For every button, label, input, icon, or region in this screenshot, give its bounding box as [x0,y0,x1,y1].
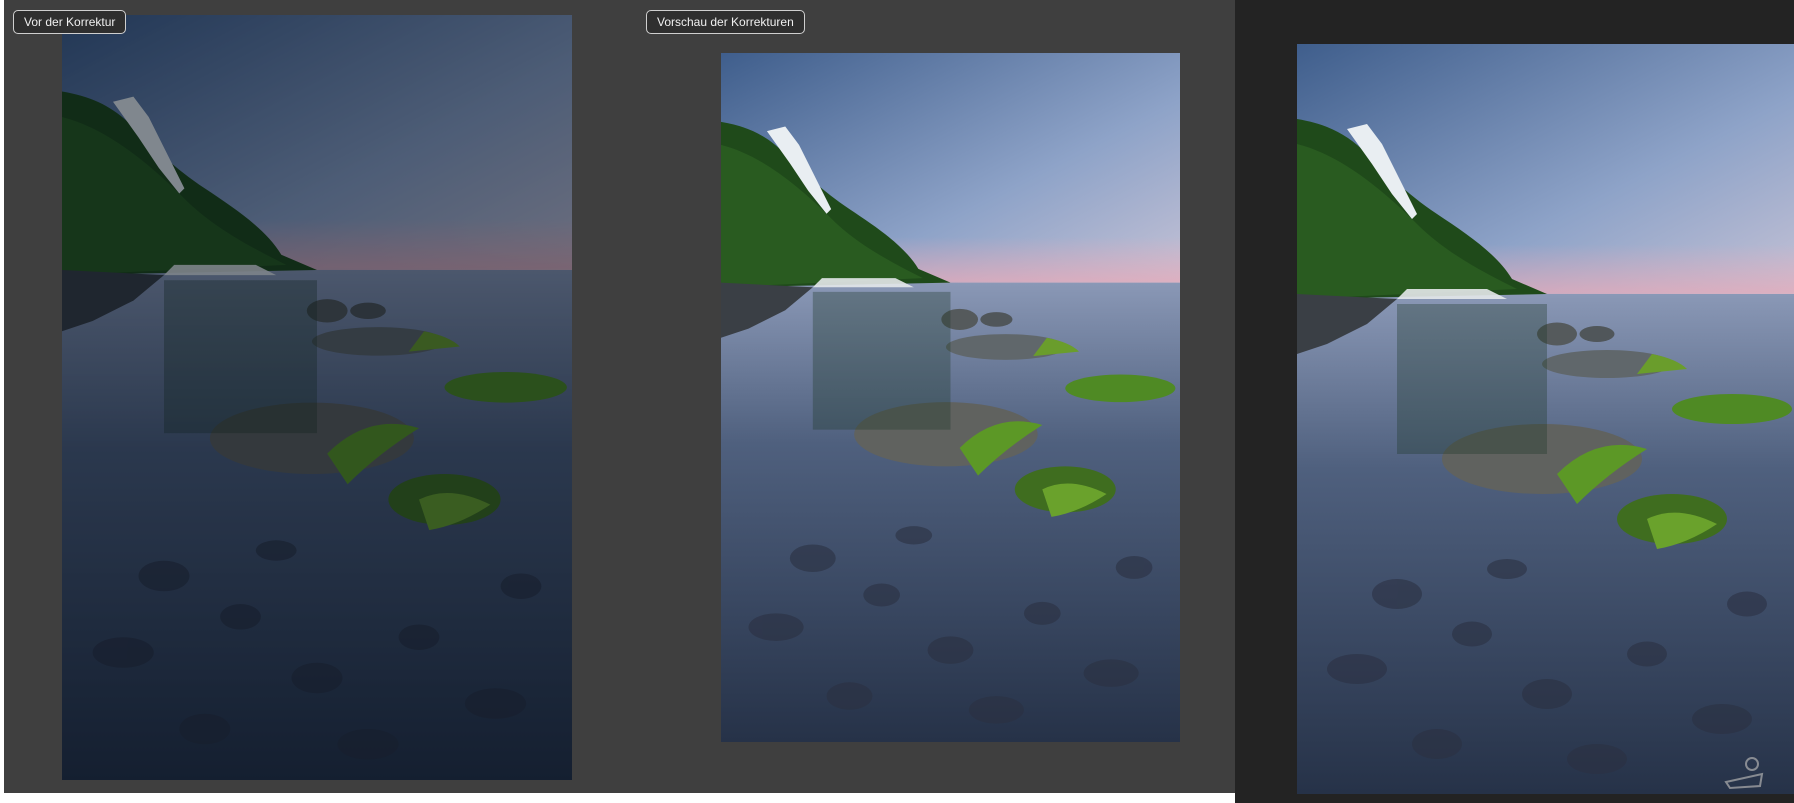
after-correction-label: Vorschau der Korrekturen [646,10,805,34]
watermark-logo-icon [1722,752,1766,792]
before-photo[interactable] [62,15,572,780]
before-correction-label: Vor der Korrektur [13,10,127,34]
preview-photo[interactable] [1297,44,1794,794]
after-photo[interactable] [721,53,1180,742]
photo-editor-compare-view: Vor der Korrektur Vorschau der Korrektur… [0,0,1794,803]
